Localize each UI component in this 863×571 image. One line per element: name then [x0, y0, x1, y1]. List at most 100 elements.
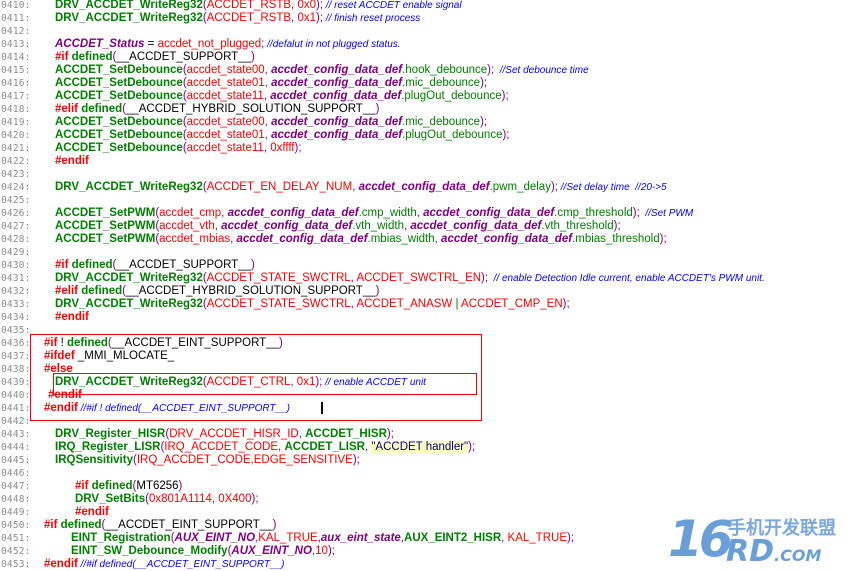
- code-line[interactable]: 0423:: [0, 168, 863, 181]
- code-token: );: [659, 233, 667, 245]
- code-token: );: [315, 0, 324, 11]
- code-line[interactable]: 0446:: [0, 467, 863, 480]
- code-line[interactable]: 0430: #if defined(__ACCDET_SUPPORT__): [0, 259, 863, 272]
- code-token: __ACCDET_EINT_SUPPORT__: [111, 337, 279, 349]
- code-line[interactable]: 0437: #ifdef _MMI_MLOCATE_: [0, 350, 863, 363]
- line-number: 0423:: [1, 169, 31, 180]
- line-number: 0453:: [1, 559, 31, 570]
- line-number: 0435:: [1, 325, 31, 336]
- code-token: #if: [44, 337, 61, 349]
- line-number: 0431:: [1, 273, 31, 284]
- code-line[interactable]: 0418: #elif defined(__ACCDET_HYBRID_SOLUT…: [0, 103, 863, 116]
- code-line[interactable]: 0422: #endif: [0, 155, 863, 168]
- code-text: #endif: [55, 155, 89, 168]
- code-line[interactable]: 0445: IRQSensitivity(IRQ_ACCDET_CODE,EDGE…: [0, 454, 863, 467]
- code-token: ACCDET_CTRL: [206, 376, 291, 388]
- code-line[interactable]: 0441: #endif //#if ! defined(__ACCDET_EIN…: [0, 402, 863, 415]
- code-text: DRV_ACCDET_WriteReg32(ACCDET_RSTB, 0x1);…: [55, 12, 420, 25]
- line-number: 0444:: [1, 442, 31, 453]
- code-line[interactable]: 0413: ACCDET_Status = accdet_not_plugged;…: [0, 38, 863, 51]
- code-token: "ACCDET handler": [371, 441, 469, 453]
- code-line[interactable]: 0432: #elif defined(__ACCDET_HYBRID_SOLUT…: [0, 285, 863, 298]
- code-line[interactable]: 0436: #if ! defined(__ACCDET_EINT_SUPPORT…: [0, 337, 863, 350]
- code-token: accdet_mbias: [159, 233, 231, 245]
- line-number: 0433:: [1, 299, 31, 310]
- code-line[interactable]: 0439: DRV_ACCDET_WriteReg32(ACCDET_CTRL, …: [0, 376, 863, 389]
- code-line[interactable]: 0412:: [0, 25, 863, 38]
- logo-domain-tld: .COM: [774, 546, 822, 565]
- line-number: 0419:: [1, 117, 31, 128]
- code-line[interactable]: 0427: ACCDET_SetPWM(accdet_vth, accdet_co…: [0, 220, 863, 233]
- code-line[interactable]: 0424: DRV_ACCDET_WriteReg32(ACCDET_EN_DEL…: [0, 181, 863, 194]
- code-line[interactable]: 0410: DRV_ACCDET_WriteReg32(ACCDET_RSTB, …: [0, 0, 863, 12]
- code-line[interactable]: 0428: ACCDET_SetPWM(accdet_mbias, accdet_…: [0, 233, 863, 246]
- code-token: accdet_not_plugged: [157, 38, 262, 50]
- code-line[interactable]: 0420: ACCDET_SetDebounce(accdet_state01, …: [0, 129, 863, 142]
- code-token: accdet_config_data_def: [271, 116, 403, 128]
- code-line[interactable]: 0447: #if defined(MT6256): [0, 480, 863, 493]
- code-text: #if defined(__ACCDET_EINT_SUPPORT__): [44, 519, 276, 532]
- code-token: EINT_Registration: [71, 532, 171, 544]
- code-line[interactable]: 0438: #else: [0, 363, 863, 376]
- code-text: #endif //#if defined(__ACCDET_EINT_SUPPO…: [44, 558, 284, 571]
- code-text: ACCDET_SetDebounce(accdet_state11, 0xfff…: [55, 142, 302, 155]
- code-line[interactable]: 0416: ACCDET_SetDebounce(accdet_state01, …: [0, 77, 863, 90]
- code-line[interactable]: 0440: #endif: [0, 389, 863, 402]
- code-line[interactable]: 0419: ACCDET_SetDebounce(accdet_state00, …: [0, 116, 863, 129]
- code-line[interactable]: 0429:: [0, 246, 863, 259]
- code-token: ACCDET_HISR: [305, 428, 387, 440]
- line-number: 0413:: [1, 39, 31, 50]
- line-number: 0437:: [1, 351, 31, 362]
- code-line[interactable]: 0431: DRV_ACCDET_WriteReg32(ACCDET_STATE_…: [0, 272, 863, 285]
- code-line[interactable]: 0444: IRQ_Register_LISR(IRQ_ACCDET_CODE, …: [0, 441, 863, 454]
- code-line[interactable]: 0414: #if defined(__ACCDET_SUPPORT__): [0, 51, 863, 64]
- code-line[interactable]: 0442:: [0, 415, 863, 428]
- code-token: //#if defined(__ACCDET_EINT_SUPPORT__): [77, 559, 285, 570]
- code-line[interactable]: 0415: ACCDET_SetDebounce(accdet_state00, …: [0, 64, 863, 77]
- code-line[interactable]: 0448: DRV_SetBits(0x801A1114, 0X400);: [0, 493, 863, 506]
- line-number: 0425:: [1, 195, 31, 206]
- code-token: #endif: [75, 506, 109, 518]
- code-text: #if ! defined(__ACCDET_EINT_SUPPORT__): [44, 337, 283, 350]
- code-token: ACCDET_STATE_SWCTRL: [206, 298, 351, 310]
- code-token: ACCDET_SWCTRL_EN: [356, 272, 482, 284]
- code-token: __ACCDET_HYBRID_SOLUTION_SUPPORT__: [125, 285, 376, 297]
- code-text: DRV_Register_HISR(DRV_ACCDET_HISR_ID, AC…: [55, 428, 394, 441]
- code-token: accdet_state11: [186, 142, 264, 154]
- code-token: .vth_threshold: [541, 220, 614, 232]
- code-token: DRV_ACCDET_WriteReg32: [55, 181, 203, 193]
- code-text: ACCDET_SetDebounce(accdet_state00, accde…: [55, 116, 487, 129]
- code-token: .mic_debounce: [402, 77, 481, 89]
- code-line[interactable]: 0411: DRV_ACCDET_WriteReg32(ACCDET_RSTB, …: [0, 12, 863, 25]
- code-line[interactable]: 0421: ACCDET_SetDebounce(accdet_state11, …: [0, 142, 863, 155]
- code-token: accdet_vth: [159, 220, 215, 232]
- code-token: #if: [44, 519, 61, 531]
- code-text: DRV_ACCDET_WriteReg32(ACCDET_STATE_SWCTR…: [55, 298, 570, 311]
- code-editor[interactable]: 0410: DRV_ACCDET_WriteReg32(ACCDET_RSTB, …: [0, 0, 863, 571]
- code-line[interactable]: 0434: #endif: [0, 311, 863, 324]
- line-number: 0439:: [1, 377, 31, 388]
- code-text: #ifdef _MMI_MLOCATE_: [44, 350, 174, 363]
- code-text: ACCDET_SetDebounce(accdet_state11, accde…: [55, 90, 509, 103]
- code-line[interactable]: 0435:: [0, 324, 863, 337]
- code-text: #endif: [55, 311, 89, 324]
- code-token: __ACCDET_EINT_SUPPORT__: [105, 519, 273, 531]
- code-token: DRV_ACCDET_WriteReg32: [55, 272, 203, 284]
- line-number: 0445:: [1, 455, 31, 466]
- code-token: .cmp_threshold: [554, 207, 633, 219]
- watermark-logo: 16 手机开发联盟 RD.COM: [668, 510, 858, 569]
- code-token: accdet_state01: [186, 77, 265, 89]
- code-token: ACCDET_LISR: [284, 441, 365, 453]
- code-line[interactable]: 0426: ACCDET_SetPWM(accdet_cmp, accdet_co…: [0, 207, 863, 220]
- code-line[interactable]: 0433: DRV_ACCDET_WriteReg32(ACCDET_STATE_…: [0, 298, 863, 311]
- code-token: defined: [60, 519, 102, 531]
- code-token: EINT_SW_Debounce_Modify: [71, 545, 228, 557]
- code-token: accdet_state11: [186, 90, 264, 102]
- code-token: ): [272, 519, 277, 531]
- code-line[interactable]: 0417: ACCDET_SetDebounce(accdet_state11, …: [0, 90, 863, 103]
- code-line[interactable]: 0443: DRV_Register_HISR(DRV_ACCDET_HISR_I…: [0, 428, 863, 441]
- line-number: 0432:: [1, 286, 31, 297]
- code-line[interactable]: 0425:: [0, 194, 863, 207]
- code-token: accdet_cmp: [159, 207, 222, 219]
- code-token: accdet_config_data_def: [227, 207, 359, 219]
